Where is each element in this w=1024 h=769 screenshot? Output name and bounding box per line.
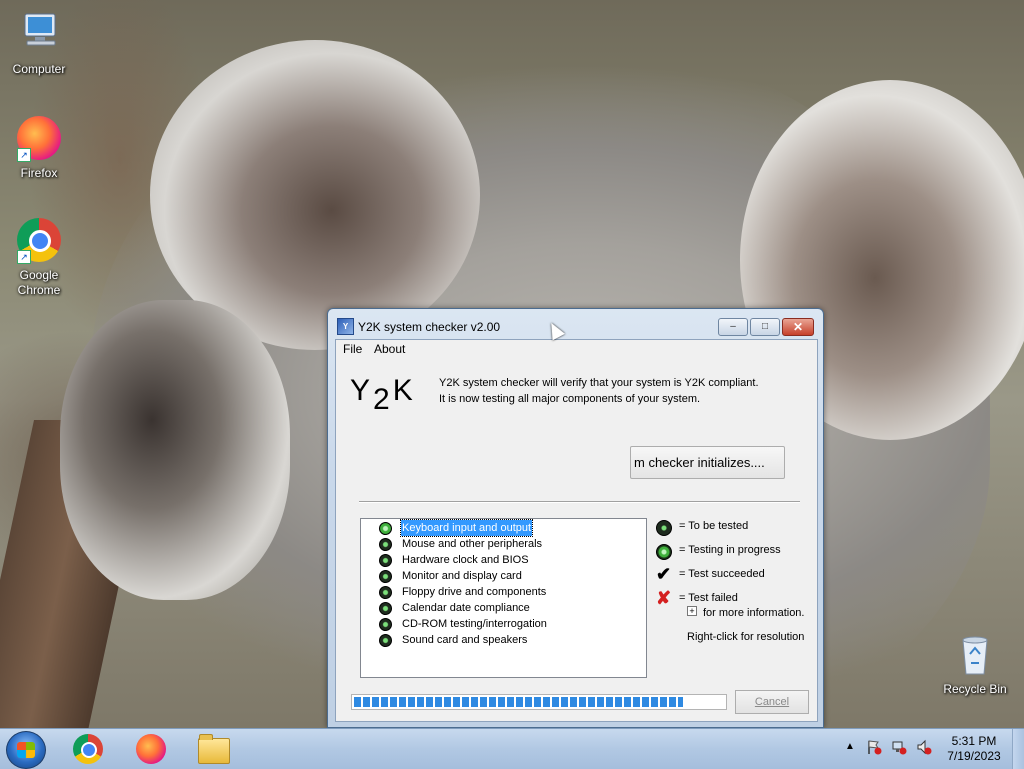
legend-label: = Testing in progress	[679, 544, 781, 556]
intro-text: Y2K system checker will verify that your…	[439, 375, 759, 407]
clock-date: 7/19/2023	[947, 749, 1001, 763]
test-label: Monitor and display card	[402, 570, 522, 582]
chrome-icon	[73, 734, 103, 764]
window-titlebar[interactable]: Y Y2K system checker v2.00 – □ ✕	[328, 309, 823, 339]
pending-status-icon	[379, 554, 392, 567]
cross-icon: ✘	[656, 588, 672, 608]
action-center-flag-icon[interactable]	[866, 739, 882, 758]
maximize-button[interactable]: □	[750, 318, 780, 336]
app-icon[interactable]: Y	[337, 318, 354, 335]
close-icon: ✕	[792, 320, 804, 334]
pending-status-icon	[656, 520, 672, 536]
window-client-area: File About Y2K Y2K system checker will v…	[335, 339, 818, 722]
cancel-button[interactable]: Cancel	[735, 690, 809, 714]
minimize-button[interactable]: –	[718, 318, 748, 336]
minimize-icon: –	[730, 321, 736, 332]
windows-logo-icon-lower	[17, 750, 35, 758]
pending-status-icon	[379, 538, 392, 551]
intro-line-1: Y2K system checker will verify that your…	[439, 377, 759, 389]
test-label: Sound card and speakers	[402, 634, 528, 646]
logo-k: K	[392, 374, 413, 407]
desktop-icon-label: Google Chrome	[17, 268, 61, 297]
pending-status-icon	[379, 586, 392, 599]
testing-status-icon	[379, 522, 392, 535]
pending-status-icon	[379, 602, 392, 615]
pending-status-icon	[379, 570, 392, 583]
legend-more-info: for more information.	[703, 607, 805, 619]
pending-status-icon	[379, 618, 392, 631]
progress-bar	[351, 694, 727, 710]
legend-label: = Test succeeded	[679, 568, 765, 580]
desktop-icon-google-chrome[interactable]: ↗ Google Chrome	[4, 216, 74, 298]
window-title: Y2K system checker v2.00	[358, 320, 501, 334]
expand-plus-icon: +	[687, 606, 697, 616]
firefox-icon: ↗	[15, 114, 63, 162]
checkmark-icon: ✔	[656, 564, 672, 584]
start-button[interactable]	[6, 731, 46, 769]
maximize-icon: □	[761, 321, 769, 332]
progress-fill	[354, 697, 683, 707]
taskbar: ▲ 5:31 PM 7/19/2023	[0, 728, 1024, 769]
status-display: m checker initializes....	[630, 446, 785, 479]
clock[interactable]: 5:31 PM 7/19/2023	[944, 734, 1004, 764]
shortcut-arrow-icon: ↗	[17, 148, 31, 162]
volume-muted-icon[interactable]	[916, 739, 932, 758]
y2k-logo: Y2K	[350, 374, 413, 416]
test-label: Keyboard input and output	[399, 519, 534, 537]
taskbar-chrome[interactable]	[71, 732, 105, 766]
test-label: Mouse and other peripherals	[402, 538, 543, 550]
logo-2: 2	[373, 383, 390, 416]
menu-file[interactable]: File	[343, 342, 362, 356]
pending-status-icon	[379, 634, 392, 647]
test-label: CD-ROM testing/interrogation	[402, 618, 547, 630]
legend-right-click: Right-click for resolution	[687, 631, 805, 643]
network-icon[interactable]	[891, 739, 907, 758]
legend-label: = Test failed	[679, 592, 738, 604]
divider	[359, 501, 800, 503]
taskbar-firefox[interactable]	[134, 732, 168, 766]
desktop-icon-recycle-bin[interactable]: Recycle Bin	[940, 630, 1010, 696]
wallpaper-koala-paw	[60, 300, 290, 600]
show-desktop-button[interactable]	[1012, 729, 1024, 769]
firefox-icon	[136, 734, 166, 764]
clock-time: 5:31 PM	[951, 734, 997, 748]
shortcut-arrow-icon: ↗	[17, 250, 31, 264]
intro-line-2: It is now testing all major components o…	[439, 393, 701, 405]
desktop-icon-label: Recycle Bin	[943, 682, 1007, 696]
show-hidden-icons-arrow-icon[interactable]: ▲	[845, 741, 855, 752]
desktop-icon-firefox[interactable]: ↗ Firefox	[4, 114, 74, 180]
file-explorer-icon	[198, 734, 230, 764]
test-list[interactable]: Keyboard input and output Mouse and othe…	[360, 518, 647, 678]
legend-label: = To be tested	[679, 520, 749, 532]
desktop-icon-computer[interactable]: Computer	[4, 10, 74, 76]
recycle-bin-icon	[951, 630, 999, 678]
logo-y: Y	[350, 374, 371, 407]
test-label: Calendar date compliance	[402, 602, 530, 614]
menubar: File About	[336, 340, 817, 358]
taskbar-file-explorer[interactable]	[196, 732, 230, 766]
testing-status-icon	[656, 544, 672, 560]
desktop-icon-label: Computer	[12, 62, 66, 76]
test-label: Floppy drive and components	[402, 586, 547, 598]
desktop-icon-label: Firefox	[20, 166, 58, 180]
test-label: Hardware clock and BIOS	[402, 554, 529, 566]
chrome-icon: ↗	[15, 216, 63, 264]
computer-icon	[15, 10, 63, 58]
y2k-checker-window: Y Y2K system checker v2.00 – □ ✕ File Ab…	[327, 308, 824, 728]
menu-about[interactable]: About	[374, 342, 405, 356]
close-button[interactable]: ✕	[782, 318, 814, 336]
